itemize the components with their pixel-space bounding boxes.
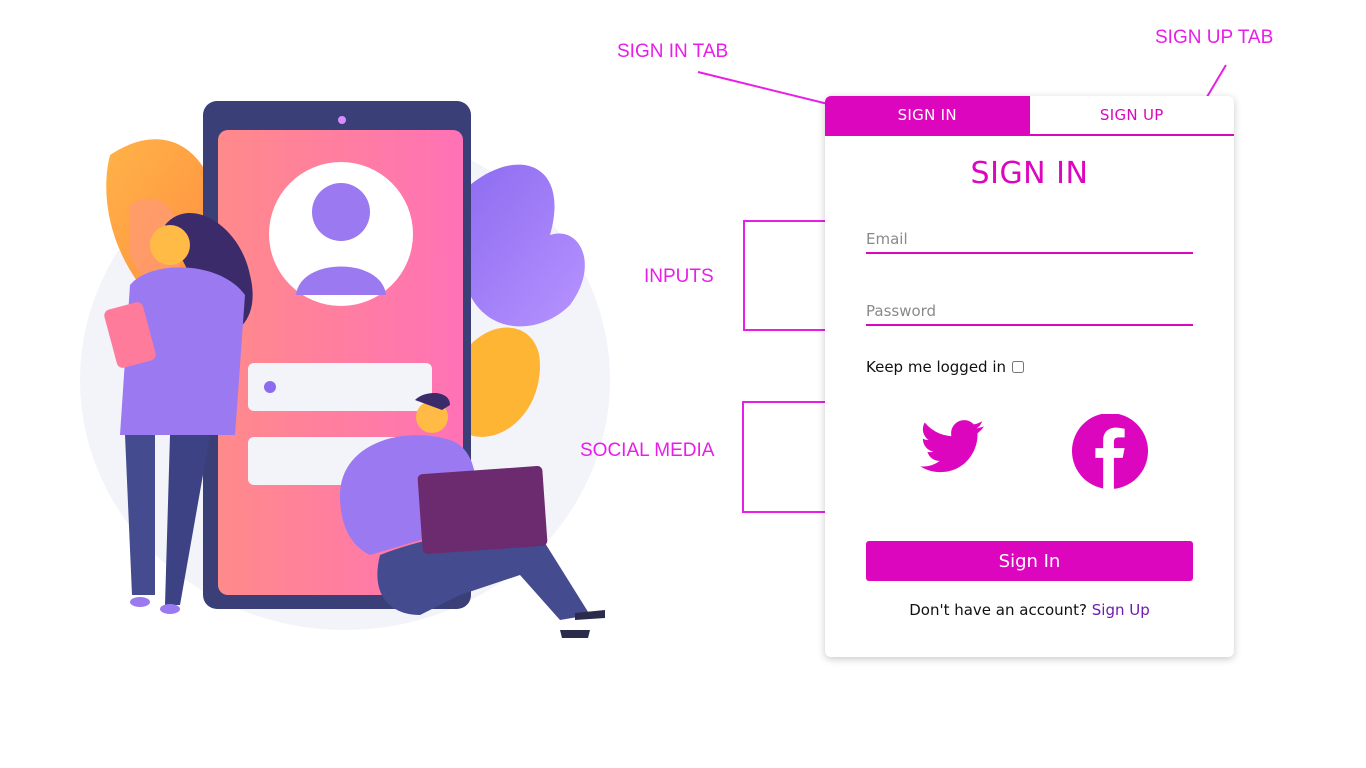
annotation-sign-in-tab: SIGN IN TAB (617, 41, 729, 62)
signup-prompt: Don't have an account? Sign Up (825, 601, 1234, 619)
tab-sign-up[interactable]: SIGN UP (1029, 96, 1234, 134)
annotation-sign-up-tab: SIGN UP TAB (1155, 27, 1274, 48)
remember-me-checkbox[interactable] (1012, 361, 1025, 373)
facebook-icon[interactable] (1069, 414, 1151, 492)
remember-me-label: Keep me logged in (866, 358, 1007, 376)
annotation-inputs: INPUTS (644, 266, 714, 287)
tab-sign-in[interactable]: SIGN IN (825, 96, 1030, 134)
login-illustration (80, 101, 610, 638)
laptop (417, 466, 548, 554)
leaf-purple-right (458, 164, 585, 327)
form-title: SIGN IN (970, 156, 1089, 191)
annotation-social-media: SOCIAL MEDIA (580, 440, 715, 461)
tab-bar: SIGN IN SIGN UP (825, 96, 1234, 136)
twitter-icon[interactable] (918, 414, 988, 478)
email-field[interactable] (866, 226, 1193, 254)
password-field[interactable] (866, 298, 1193, 326)
signup-prompt-text: Don't have an account? (909, 601, 1087, 619)
remember-me[interactable]: Keep me logged in (866, 358, 1025, 376)
sign-in-button[interactable]: Sign In (866, 541, 1193, 581)
auth-card: SIGN IN SIGN UP SIGN IN Keep me logged i… (825, 96, 1234, 657)
sign-up-link[interactable]: Sign Up (1092, 601, 1150, 619)
